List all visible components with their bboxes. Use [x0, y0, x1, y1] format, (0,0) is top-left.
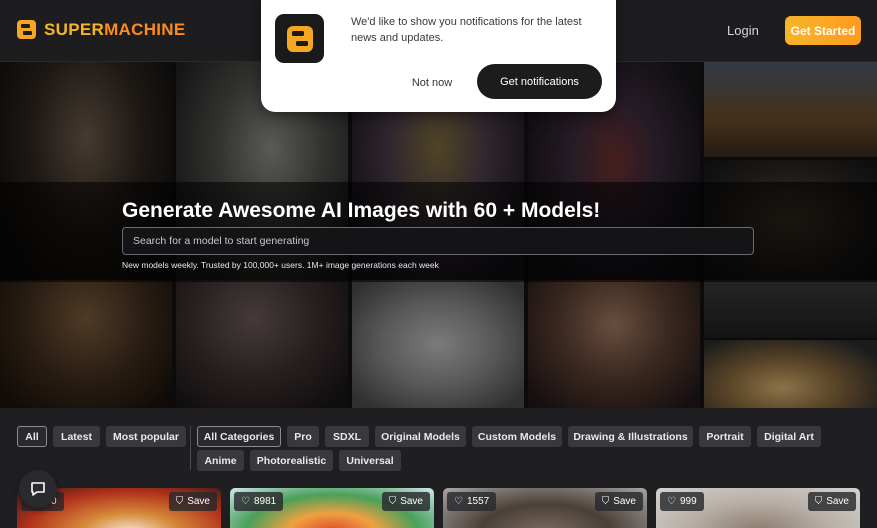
save-button[interactable]: ⛉ Save	[807, 492, 856, 511]
model-card[interactable]: ♡ 999 ⛉ Save	[656, 488, 860, 528]
category-original-models[interactable]: Original Models	[375, 426, 466, 447]
like-count-value: 8981	[253, 496, 277, 507]
filter-latest[interactable]: Latest	[53, 426, 100, 447]
category-pro[interactable]: Pro	[287, 426, 319, 447]
save-button[interactable]: ⛉ Save	[168, 492, 217, 511]
brand-name-part2: MACHINE	[104, 19, 186, 39]
brand-name: SUPERMACHINE	[44, 20, 186, 40]
filter-divider	[190, 426, 191, 470]
logo-icon	[286, 25, 313, 52]
bookmark-icon: ⛉	[814, 496, 823, 507]
like-count[interactable]: ♡ 8981	[234, 492, 284, 511]
get-notifications-button[interactable]: Get notifications	[477, 64, 602, 99]
category-anime[interactable]: Anime	[197, 450, 244, 471]
like-count-value: 1557	[466, 496, 490, 507]
brand-name-part1: SUPER	[44, 19, 105, 39]
category-portrait[interactable]: Portrait	[699, 426, 751, 447]
page: SUPERMACHINE Login Get Started Generate …	[0, 0, 877, 528]
model-card[interactable]: ♡ 1557 ⛉ Save	[443, 488, 647, 528]
chat-icon	[31, 482, 45, 496]
filter-most-popular[interactable]: Most popular	[106, 426, 186, 447]
category-universal[interactable]: Universal	[339, 450, 401, 471]
notification-permission-dialog: We'd like to show you notifications for …	[261, 0, 616, 112]
chat-button[interactable]	[19, 470, 57, 508]
bookmark-icon: ⛉	[601, 496, 610, 507]
bookmark-icon: ⛉	[388, 496, 397, 507]
save-button[interactable]: ⛉ Save	[381, 492, 430, 511]
save-button[interactable]: ⛉ Save	[594, 492, 643, 511]
hero-subtitle: New models weekly. Trusted by 100,000+ u…	[122, 260, 439, 270]
heart-icon: ♡	[454, 496, 463, 507]
bookmark-icon: ⛉	[175, 496, 184, 507]
category-all[interactable]: All Categories	[197, 426, 281, 447]
save-label: Save	[187, 496, 210, 507]
hero-title: Generate Awesome AI Images with 60 + Mod…	[122, 199, 601, 222]
category-sdxl[interactable]: SDXL	[325, 426, 369, 447]
brand-logo[interactable]: SUPERMACHINE	[16, 19, 186, 40]
login-link[interactable]: Login	[727, 23, 759, 38]
category-drawing-illustrations[interactable]: Drawing & Illustrations	[568, 426, 693, 447]
save-label: Save	[400, 496, 423, 507]
heart-icon: ♡	[667, 496, 676, 507]
get-started-button[interactable]: Get Started	[785, 16, 861, 45]
like-count[interactable]: ♡ 1557	[447, 492, 497, 511]
heart-icon: ♡	[241, 496, 250, 507]
save-label: Save	[826, 496, 849, 507]
not-now-button[interactable]: Not now	[401, 74, 463, 92]
filter-all[interactable]: All	[17, 426, 47, 447]
logo-icon	[17, 20, 36, 39]
like-count[interactable]: ♡ 999	[660, 492, 704, 511]
app-icon	[275, 14, 324, 63]
save-label: Save	[613, 496, 636, 507]
category-custom-models[interactable]: Custom Models	[472, 426, 562, 447]
category-digital-art[interactable]: Digital Art	[757, 426, 821, 447]
model-card[interactable]: ♡ 8981 ⛉ Save	[230, 488, 434, 528]
category-photorealistic[interactable]: Photorealistic	[250, 450, 333, 471]
hero-section: Generate Awesome AI Images with 60 + Mod…	[0, 62, 877, 408]
like-count-value: 999	[679, 496, 697, 507]
model-search-input[interactable]	[122, 227, 754, 255]
notification-message: We'd like to show you notifications for …	[351, 16, 582, 44]
